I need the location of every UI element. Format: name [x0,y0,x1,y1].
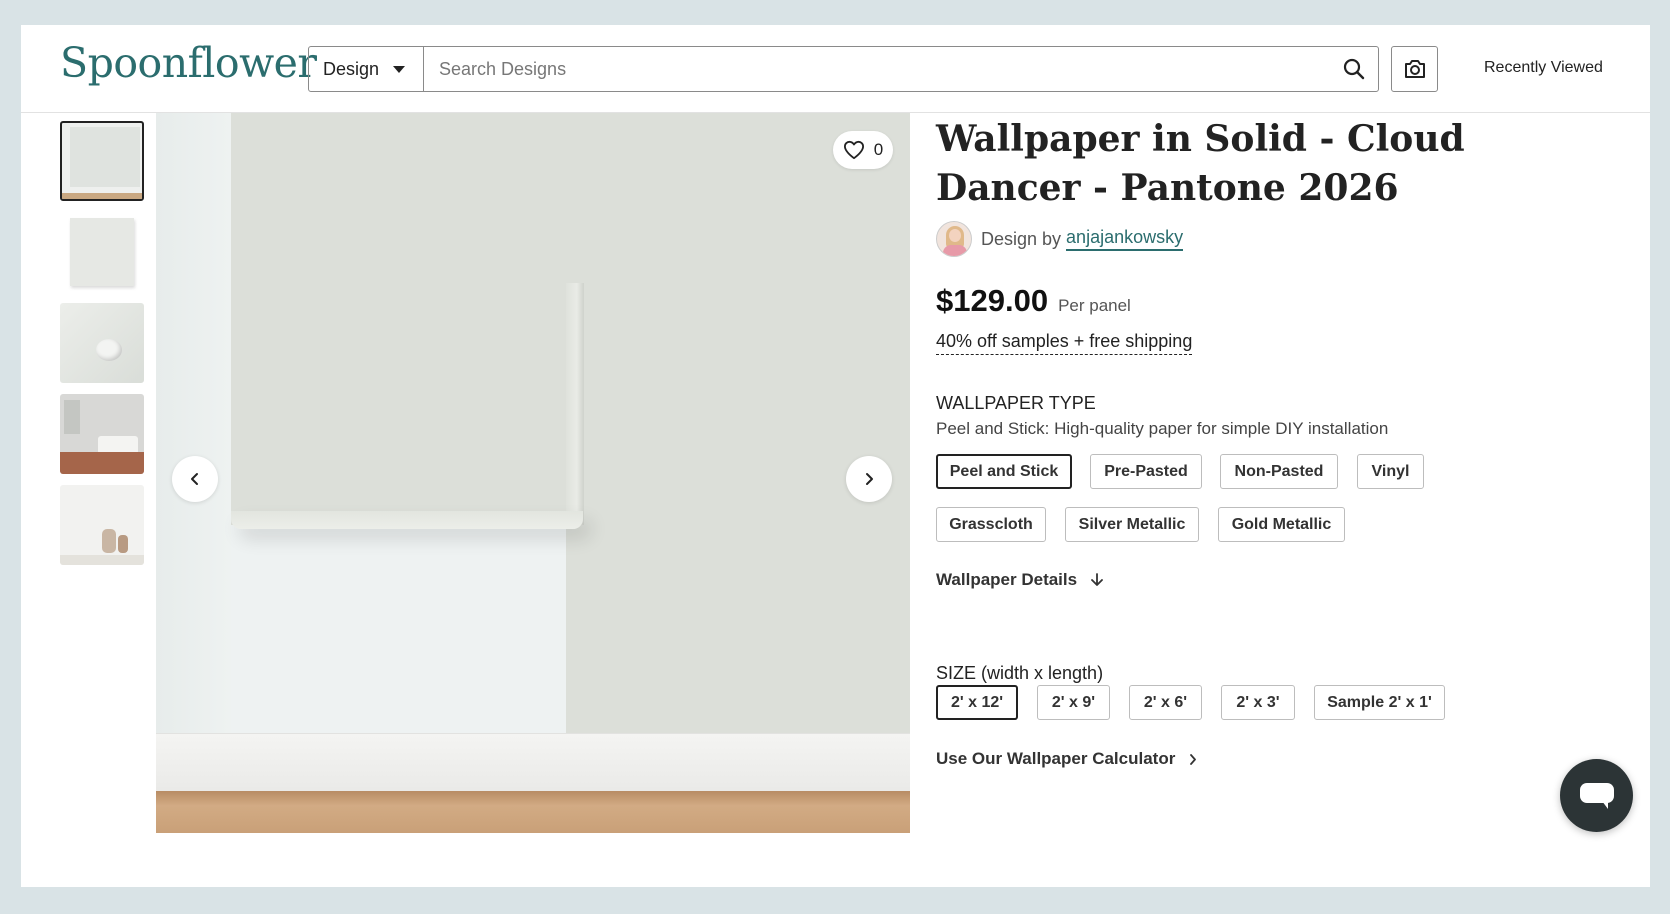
size-option-2x3[interactable]: 2' x 3' [1221,685,1295,720]
size-option-2x6[interactable]: 2' x 6' [1129,685,1202,720]
search-input[interactable] [424,47,1330,91]
thumbnail-5[interactable] [60,485,144,565]
size-option-2x12[interactable]: 2' x 12' [936,685,1018,720]
thumbnail-4[interactable] [60,394,144,474]
designer-avatar[interactable] [936,221,972,257]
thumbnail-2[interactable] [60,212,144,292]
favorite-count: 0 [873,140,884,159]
arrow-down-icon [1091,573,1103,586]
spoonflower-logo[interactable]: Spoonflower [60,39,317,87]
search-bar: Design [308,46,1379,92]
chat-button[interactable] [1560,759,1633,832]
favorite-button[interactable]: 0 [833,131,893,169]
chevron-left-icon [191,473,198,485]
thumbnail-strip [60,121,146,576]
caret-down-icon [393,65,406,73]
designer-link[interactable]: anjajankowsky [1066,227,1184,251]
design-by-label: Design by [981,228,1062,249]
calculator-label: Use Our Wallpaper Calculator [936,749,1176,768]
thumbnail-1[interactable] [60,121,144,201]
type-option-pre-pasted[interactable]: Pre-Pasted [1090,454,1202,489]
wallpaper-type-description: Peel and Stick: High-quality paper for s… [936,419,1389,438]
search-type-label: Design [323,58,380,79]
type-option-peel-and-stick[interactable]: Peel and Stick [936,454,1072,489]
size-option-2x9[interactable]: 2' x 9' [1037,685,1110,720]
product-title: Wallpaper in Solid - Cloud Dancer - Pant… [936,118,1465,209]
product-page: Spoonflower Design Recently Viewed [21,25,1650,887]
wallpaper-details-label: Wallpaper Details [936,570,1078,589]
search-icon [1343,58,1365,80]
promo-link[interactable]: 40% off samples + free shipping [936,331,1193,355]
type-option-silver-metallic[interactable]: Silver Metallic [1065,507,1199,542]
wallpaper-details-toggle[interactable]: Wallpaper Details [936,570,1103,590]
price: $129.00 [936,283,1049,318]
main-product-image [156,113,910,833]
price-row: $129.00 Per panel [936,283,1131,319]
next-image-button[interactable] [846,456,892,502]
site-header: Spoonflower Design Recently Viewed [21,25,1650,113]
previous-image-button[interactable] [172,456,218,502]
designer-row: Design by anjajankowsky [936,221,1184,257]
wallpaper-calculator-link[interactable]: Use Our Wallpaper Calculator [936,749,1197,769]
recently-viewed-link[interactable]: Recently Viewed [1484,59,1603,77]
search-type-dropdown[interactable]: Design [309,47,424,91]
type-option-gold-metallic[interactable]: Gold Metallic [1218,507,1345,542]
thumbnail-3[interactable] [60,303,144,383]
heart-icon [843,140,864,160]
wallpaper-type-label: WALLPAPER TYPE [936,393,1096,413]
size-option-sample[interactable]: Sample 2' x 1' [1314,685,1445,720]
chat-icon [1579,782,1614,809]
camera-icon [1404,60,1425,78]
price-unit: Per panel [1058,296,1131,315]
search-button[interactable] [1330,47,1378,91]
visual-search-button[interactable] [1391,46,1438,92]
chevron-right-icon [1190,753,1197,765]
size-label: SIZE (width x length) [936,663,1104,683]
type-option-non-pasted[interactable]: Non-Pasted [1220,454,1338,489]
type-option-vinyl[interactable]: Vinyl [1357,454,1424,489]
type-option-grasscloth[interactable]: Grasscloth [936,507,1046,542]
chevron-right-icon [866,473,873,485]
